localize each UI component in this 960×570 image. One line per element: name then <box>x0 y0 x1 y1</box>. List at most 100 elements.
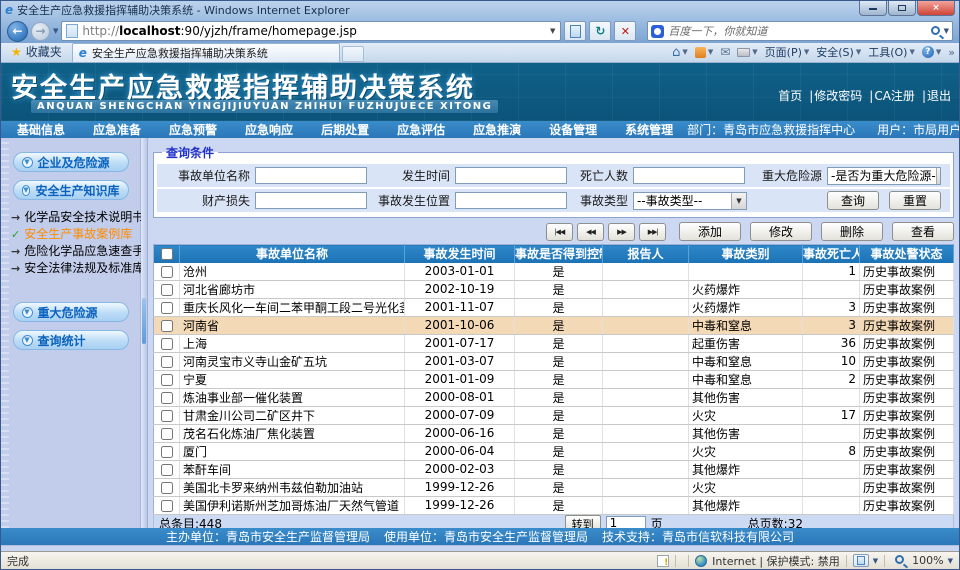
row-checkbox[interactable] <box>161 410 173 422</box>
row-checkbox[interactable] <box>161 338 173 350</box>
sidebar-splitter[interactable] <box>141 138 148 528</box>
header-link[interactable]: CA注册 <box>862 87 915 104</box>
recent-pages-caret[interactable]: ▼ <box>53 27 58 35</box>
table-row[interactable]: 厦门 2000-06-04 是 火灾 8 历史事故案例 <box>154 442 954 460</box>
sidebar-group-major-hazard[interactable]: ▼ 重大危险源 <box>13 302 129 322</box>
pager-button[interactable]: ◀◀ <box>577 223 604 241</box>
table-row[interactable]: 茂名石化炼油厂焦化装置 2000-06-16 是 其他伤害 历史事故案例 <box>154 424 954 442</box>
row-checkbox[interactable] <box>161 500 173 512</box>
row-checkbox[interactable] <box>161 356 173 368</box>
help-menu[interactable]: ?▼ <box>922 46 941 58</box>
table-row[interactable]: 美国北卡罗来纳州韦兹伯勒加油站 1999-12-26 是 火灾 历史事故案例 <box>154 478 954 496</box>
sidebar-item[interactable]: 化学品安全技术说明书 <box>11 208 140 225</box>
menu-item[interactable]: 后期处置 <box>307 121 383 138</box>
column-header[interactable]: 事故死亡人数 <box>803 245 860 263</box>
address-dropdown-caret[interactable]: ▼ <box>547 27 558 35</box>
column-header[interactable]: 事故发生时间 <box>405 245 515 263</box>
search-button[interactable]: 查询 <box>827 191 879 210</box>
overflow-chevron[interactable]: » <box>948 46 955 59</box>
close-button[interactable]: × <box>917 1 955 16</box>
sidebar-group-knowledge[interactable]: ▼ 安全生产知识库 <box>13 180 129 200</box>
unit-name-input[interactable] <box>255 167 367 184</box>
reset-button[interactable]: 重置 <box>889 191 941 210</box>
menu-item[interactable]: 系统管理 <box>611 121 687 138</box>
menu-item[interactable]: 设备管理 <box>535 121 611 138</box>
column-header[interactable]: 事故是否得到控制 <box>515 245 603 263</box>
table-row[interactable]: 河南省 2001-10-06 是 中毒和窒息 3 历史事故案例 <box>154 316 954 334</box>
row-checkbox[interactable] <box>161 392 173 404</box>
sidebar-item[interactable]: 安全生产事故案例库 <box>11 225 140 242</box>
sidebar-item[interactable]: 危险化学品应急速查手... <box>11 242 140 259</box>
select-all-checkbox[interactable] <box>161 248 173 260</box>
column-header[interactable]: 报告人 <box>603 245 689 263</box>
menu-item[interactable]: 应急预警 <box>155 121 231 138</box>
table-row[interactable]: 重庆长风化一车间二苯甲酮工段二号光化釜 2001-11-07 是 火药爆炸 3 … <box>154 298 954 316</box>
search-provider-caret[interactable]: ▼ <box>944 27 949 35</box>
menu-item[interactable]: 应急评估 <box>383 121 459 138</box>
column-header[interactable]: 事故处警状态 <box>860 245 954 263</box>
address-field[interactable]: http://localhost:90/yjzh/frame/homepage.… <box>61 21 561 41</box>
menu-item[interactable]: 应急准备 <box>79 121 155 138</box>
row-checkbox[interactable] <box>161 266 173 278</box>
back-button[interactable]: ← <box>7 21 28 42</box>
home-button[interactable]: ⌂▼ <box>672 45 688 60</box>
column-header[interactable]: 事故单位名称 <box>180 245 405 263</box>
zoom-caret[interactable]: ▼ <box>948 557 953 565</box>
feeds-button[interactable]: ▼ <box>695 47 713 58</box>
table-row[interactable]: 炼油事业部一催化装置 2000-08-01 是 其他伤害 历史事故案例 <box>154 388 954 406</box>
tools-menu[interactable]: 工具(O)▼ <box>868 44 915 60</box>
page-menu[interactable]: 页面(P)▼ <box>765 44 810 60</box>
menu-item[interactable]: 基础信息 <box>3 121 79 138</box>
search-input[interactable] <box>668 25 926 38</box>
maximize-button[interactable] <box>888 1 916 16</box>
refresh-button[interactable]: ↻ <box>589 21 611 41</box>
compatibility-view-button[interactable] <box>564 21 586 41</box>
header-link[interactable]: 退出 <box>915 87 951 104</box>
splitter-handle[interactable] <box>142 298 146 344</box>
major-hazard-select[interactable]: -是否为重大危险源- ▼ <box>827 167 941 185</box>
sidebar-group-query-stats[interactable]: ▼ 查询统计 <box>13 330 129 350</box>
read-mail-button[interactable]: ✉ <box>720 45 730 59</box>
row-checkbox[interactable] <box>161 464 173 476</box>
table-row[interactable]: 甘肃金川公司二矿区井下 2000-07-09 是 火灾 17 历史事故案例 <box>154 406 954 424</box>
action-button[interactable]: 删除 <box>821 222 883 241</box>
forward-button[interactable]: → <box>31 22 50 41</box>
sidebar-group-enterprise[interactable]: ▼ 企业及危险源 <box>13 152 129 172</box>
occur-time-input[interactable] <box>455 167 567 184</box>
menu-item[interactable]: 应急推演 <box>459 121 535 138</box>
menu-item[interactable]: 应急响应 <box>231 121 307 138</box>
table-row[interactable]: 上海 2001-07-17 是 起重伤害 36 历史事故案例 <box>154 334 954 352</box>
action-button[interactable]: 添加 <box>679 222 741 241</box>
table-row[interactable]: 河南灵宝市义寺山金矿五坑 2001-03-07 是 中毒和窒息 10 历史事故案… <box>154 352 954 370</box>
search-box[interactable]: ▼ <box>647 21 953 41</box>
safety-menu[interactable]: 安全(S)▼ <box>816 44 861 60</box>
row-checkbox[interactable] <box>161 482 173 494</box>
accident-type-select[interactable]: --事故类型-- ▼ <box>633 192 747 210</box>
row-checkbox[interactable] <box>161 320 173 332</box>
table-row[interactable]: 宁夏 2001-01-09 是 中毒和窒息 2 历史事故案例 <box>154 370 954 388</box>
print-button[interactable]: ▼ <box>737 48 757 57</box>
row-checkbox[interactable] <box>161 374 173 386</box>
url-text[interactable]: http://localhost:90/yjzh/frame/homepage.… <box>82 24 547 38</box>
header-link[interactable]: 首页 <box>778 87 802 104</box>
property-loss-input[interactable] <box>255 192 367 209</box>
action-button[interactable]: 查看 <box>892 222 954 241</box>
pager-button[interactable]: ▶▶ <box>608 223 635 241</box>
new-tab-button[interactable] <box>342 46 364 62</box>
table-row[interactable]: 河北省廊坊市 2002-10-19 是 火药爆炸 历史事故案例 <box>154 280 954 298</box>
minimize-button[interactable] <box>859 1 887 16</box>
location-input[interactable] <box>455 192 567 209</box>
row-checkbox[interactable] <box>161 428 173 440</box>
compatibility-status[interactable]: ▼ <box>853 554 878 567</box>
deaths-input[interactable] <box>633 167 745 184</box>
column-header[interactable]: 事故类别 <box>689 245 803 263</box>
row-checkbox[interactable] <box>161 302 173 314</box>
sidebar-item[interactable]: 安全法律法规及标准库 <box>11 259 140 276</box>
pager-button[interactable]: ▶▶| <box>639 223 666 241</box>
header-link[interactable]: 修改密码 <box>802 87 862 104</box>
table-row[interactable]: 美国伊利诺斯州芝加哥炼油厂天然气管道 1999-12-26 是 其他爆炸 历史事… <box>154 496 954 514</box>
favorites-button[interactable]: ★ 收藏夹 <box>5 41 72 62</box>
browser-tab[interactable]: e 安全生产应急救援指挥辅助决策系统 <box>72 43 340 62</box>
zoom-control[interactable]: 100% ▼ <box>891 554 953 567</box>
search-icon[interactable] <box>931 26 940 35</box>
